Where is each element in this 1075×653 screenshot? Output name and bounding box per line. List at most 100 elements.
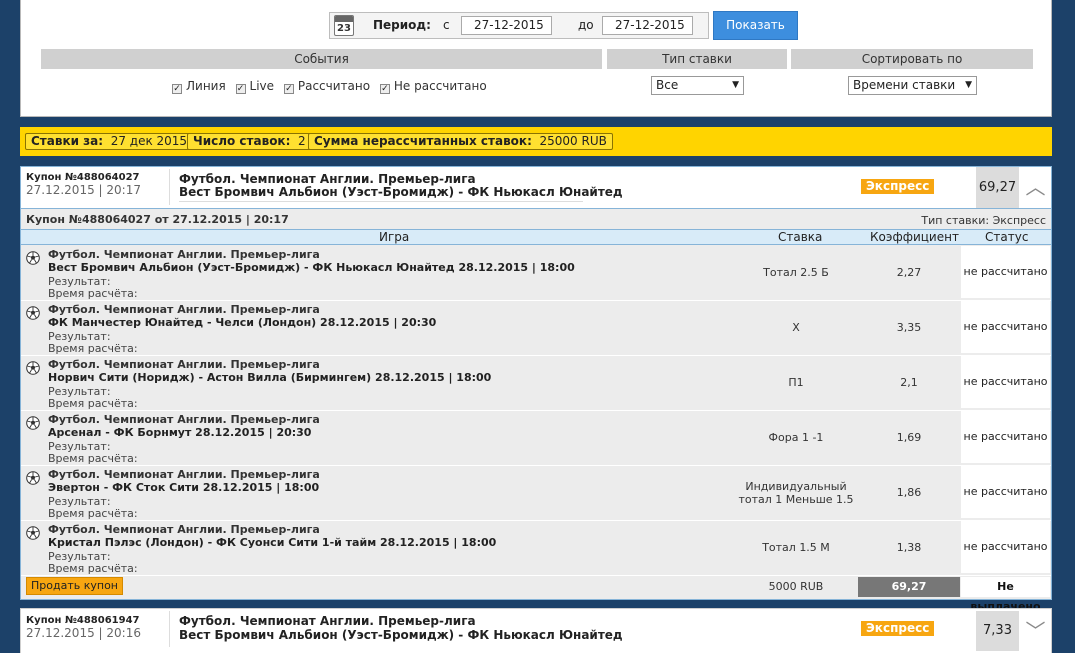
row-calc-time-label: Время расчёта: [48,397,138,410]
row-calc-time-label: Время расчёта: [48,342,138,355]
dropdown-arrow-icon: ▼ [732,80,739,90]
row-status: не рассчитано [961,521,1050,573]
payout-status: Не выплачено [961,577,1050,613]
details-row: Футбол. Чемпионат Англии. Премьер-лига Эв… [21,465,1051,521]
row-league: Футбол. Чемпионат Англии. Премьер-лига [48,303,320,316]
row-league: Футбол. Чемпионат Англии. Премьер-лига [48,413,320,426]
bet-type-select[interactable]: Все ▼ [651,76,744,95]
col-coef: Коэффициент [870,230,959,244]
row-status: не рассчитано [961,356,1050,408]
calendar-icon[interactable]: 23 [334,15,354,36]
check-icon: ✓ [172,84,182,94]
details-row: Футбол. Чемпионат Англии. Премьер-лига Кр… [21,520,1051,576]
football-icon [26,251,40,265]
sort-header: Сортировать по [791,49,1033,69]
sort-select[interactable]: Времени ставки ▼ [848,76,977,95]
row-league: Футбол. Чемпионат Англии. Премьер-лига [48,468,320,481]
filter-panel: 23 Период: с 27-12-2015 до 27-12-2015 По… [20,0,1052,117]
football-icon [26,526,40,540]
coupon-coef: 69,27 [976,167,1019,208]
checkbox-line[interactable]: ✓ Линия [172,79,226,94]
details-row: Футбол. Чемпионат Англии. Премьер-лига ФК… [21,300,1051,356]
row-match: Арсенал - ФК Борнмут 28.12.2015 | 20:30 [48,426,312,439]
row-league: Футбол. Чемпионат Англии. Премьер-лига [48,358,320,371]
details-bet-type: Тип ставки: Экспресс [921,214,1046,227]
events-header: События [41,49,602,69]
details-row: Футбол. Чемпионат Англии. Премьер-лига Но… [21,355,1051,411]
row-status: не рассчитано [961,466,1050,518]
coupon-details: Купон №488064027 от 27.12.2015 | 20:17 Т… [20,208,1052,613]
period-label: Период: [373,18,431,32]
details-row: Футбол. Чемпионат Англии. Премьер-лига Ве… [21,245,1051,301]
bet-type-header: Тип ставки [607,49,787,69]
coupon-header[interactable]: Купон №488064027 27.12.2015 | 20:17 Футб… [20,166,1052,208]
summary-bar: Ставки за: 27 дек 2015 Число ставок: 2 С… [20,127,1052,156]
details-column-headers: Игра Ставка Коэффициент Статус [21,229,1051,245]
row-coef: 1,38 [896,541,922,554]
row-match: ФК Манчестер Юнайтед - Челси (Лондон) 28… [48,316,437,329]
row-coef: 1,69 [896,431,922,444]
check-icon: ✓ [235,84,246,94]
sell-coupon-button[interactable]: Продать купон [26,577,123,595]
unsettled-sum-badge: Сумма нерассчитанных ставок: 25000 RUB [308,133,613,150]
checkbox-settled[interactable]: ✓ Рассчитано [283,79,370,94]
coupon-match: Вест Бромвич Альбион (Уэст-Бромидж) - ФК… [179,185,623,199]
row-coef: 2,1 [900,376,918,389]
row-match: Эвертон - ФК Сток Сити 28.12.2015 | 18:0… [48,481,320,494]
row-league: Футбол. Чемпионат Англии. Премьер-лига [48,523,320,536]
row-match: Кристал Пэлэс (Лондон) - ФК Суонси Сити … [48,536,497,549]
event-checkboxes: ✓ Линия ✓ Live ✓ Рассчитано ✓ Не рассчитано [172,79,487,94]
from-label: с [443,18,450,32]
coupon-league: Футбол. Чемпионат Англии. Премьер-лига [179,172,476,186]
bets-count-badge: Число ставок: 2 [187,133,312,150]
row-bet: П1 [788,376,804,389]
show-button[interactable]: Показать [713,11,798,40]
row-status: не рассчитано [961,411,1050,463]
check-icon: ✓ [283,84,294,94]
coupon-number: Купон №488064027 [26,172,140,183]
bets-history-page: 23 Период: с 27-12-2015 до 27-12-2015 По… [0,0,1075,653]
row-calc-time-label: Время расчёта: [48,507,138,520]
coupon-coef: 7,33 [976,611,1019,651]
row-status: не рассчитано [961,246,1050,298]
check-icon: ✓ [379,84,390,94]
row-status: не рассчитано [961,301,1050,353]
col-game: Игра [379,230,410,244]
col-status: Статус [985,230,1029,244]
express-badge: Экспресс [861,621,935,636]
row-bet: Фора 1 -1 [768,431,824,444]
col-bet: Ставка [778,230,823,244]
row-league: Футбол. Чемпионат Англии. Премьер-лига [48,248,320,261]
chevron-up-icon[interactable]: ︿ [1020,167,1051,208]
row-calc-time-label: Время расчёта: [48,287,138,300]
row-match: Вест Бромвич Альбион (Уэст-Бромидж) - ФК… [48,261,575,274]
to-date-input[interactable]: 27-12-2015 [602,16,693,35]
total-coef: 69,27 [858,577,960,597]
row-coef: 2,27 [896,266,922,279]
period-selector: 23 Период: с 27-12-2015 до 27-12-2015 [329,12,709,39]
coupon-date: 27.12.2015 | 20:17 [26,183,141,197]
to-label: до [578,18,594,32]
row-bet: Индивидуальный тотал 1 Меньше 1.5 [738,479,854,506]
dropdown-arrow-icon: ▼ [965,80,972,90]
details-title: Купон №488064027 от 27.12.2015 | 20:17 [26,213,289,226]
from-date-input[interactable]: 27-12-2015 [461,16,552,35]
row-calc-time-label: Время расчёта: [48,562,138,575]
row-bet: Х [792,321,800,334]
football-icon [26,306,40,320]
football-icon [26,361,40,375]
checkbox-live[interactable]: ✓ Live [235,79,274,94]
chevron-down-icon[interactable]: ﹀ [1020,611,1051,651]
row-calc-time-label: Время расчёта: [48,452,138,465]
coupon-match: Вест Бромвич Альбион (Уэст-Бромидж) - ФК… [179,628,623,642]
details-row: Футбол. Чемпионат Англии. Премьер-лига Ар… [21,410,1051,466]
checkbox-unsettled[interactable]: ✓ Не рассчитано [379,79,487,94]
row-bet: Тотал 2.5 Б [763,266,829,279]
row-bet: Тотал 1.5 М [762,541,830,554]
coupon-header[interactable]: Купон №488061947 27.12.2015 | 20:16 Футб… [20,608,1052,653]
football-icon [26,416,40,430]
row-match: Норвич Сити (Норидж) - Астон Вилла (Бирм… [48,371,492,384]
bets-date-badge: Ставки за: 27 дек 2015 [25,133,194,150]
coupon-league: Футбол. Чемпионат Англии. Премьер-лига [179,614,476,628]
stake-amount: 5000 RUB [768,580,824,593]
